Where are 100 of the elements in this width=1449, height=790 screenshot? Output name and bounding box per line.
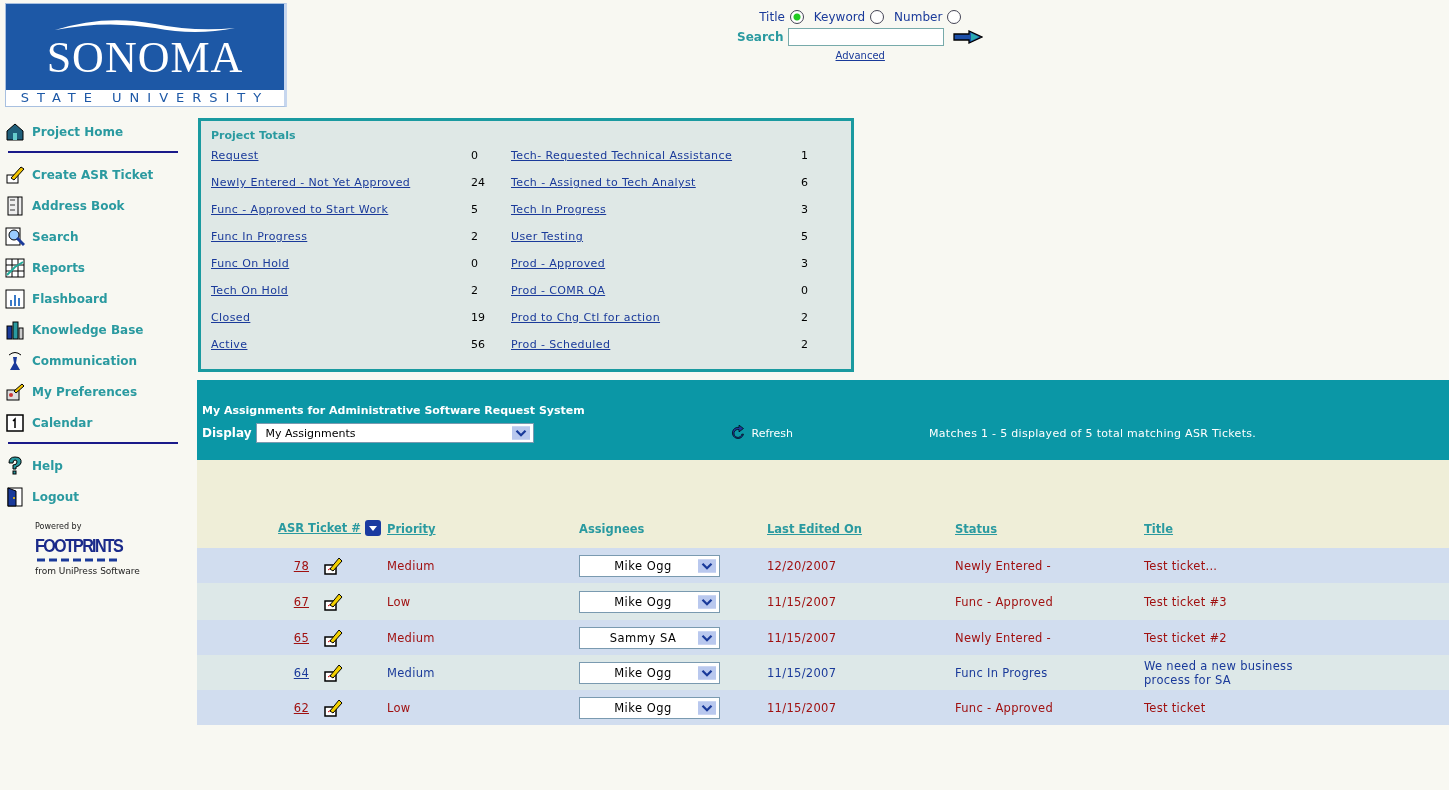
status-count: 2 [471,229,479,244]
priority-text: Medium [387,558,435,573]
vendor-text: from UniPress Software [35,566,140,576]
status-link[interactable]: Prod - Approved [511,256,801,271]
refresh-button[interactable]: Refresh [730,424,794,442]
status-count: 5 [801,229,809,244]
priority-text: Low [387,700,411,715]
title-text: Test ticket [1144,700,1207,715]
status-text: Func - Approved [955,700,1053,715]
radio-button[interactable] [947,10,962,24]
radio-label: Keyword [813,10,866,24]
title-text: Test ticket #2 [1144,630,1228,645]
status-count: 24 [471,175,486,190]
date-text: 11/15/2007 [767,665,837,680]
status-text: Func - Approved [955,594,1053,609]
status-count: 0 [471,256,479,271]
pencil-icon [5,164,25,185]
assignee-dropdown[interactable]: Mike Ogg [579,696,720,719]
assignee-dropdown[interactable]: Mike Ogg [579,661,720,684]
edit-icon[interactable] [323,662,343,683]
status-link[interactable]: Tech- Requested Technical Assistance [511,148,801,163]
prefs-icon [5,381,25,402]
logo-text: SONOMA [46,36,244,80]
section-title: My Assignments for Administrative Software Request System [202,404,586,417]
assignee-dropdown[interactable]: Sammy SA [579,626,720,649]
status-link[interactable]: Newly Entered - Not Yet Approved [211,175,471,190]
panel-title: Project Totals [211,129,297,142]
edit-icon[interactable] [323,697,343,718]
library-icon [5,319,25,340]
display-label: Display [202,426,252,440]
status-link[interactable]: Tech In Progress [511,202,801,217]
radio-button[interactable] [870,10,885,24]
status-count: 19 [471,310,486,325]
title-text: Test ticket... [1144,558,1219,573]
logout-icon [5,486,25,507]
display-dropdown[interactable]: My Assignments [256,423,535,443]
status-text: Newly Entered - [955,558,1052,573]
chart-icon [5,288,25,309]
assignee-dropdown[interactable]: Mike Ogg [579,554,720,577]
advanced-link[interactable]: Advanced [835,50,885,61]
assignee-dropdown[interactable]: Mike Ogg [579,590,720,613]
title-text: We need a new business process for SA [1144,658,1294,687]
status-count: 1 [801,148,809,163]
status-link[interactable]: Func - Approved to Start Work [211,202,471,217]
ticket-link[interactable]: 78 [293,558,309,573]
powered-by-text: Powered by [35,522,82,531]
status-link[interactable]: Func In Progress [211,229,471,244]
priority-text: Medium [387,630,435,645]
arrow-icon[interactable] [953,30,984,44]
edit-icon[interactable] [323,591,343,612]
edit-icon[interactable] [323,627,343,648]
status-link[interactable]: Prod - COMR QA [511,283,801,298]
status-link[interactable]: Closed [211,310,471,325]
calendar-icon [5,412,25,433]
status-link[interactable]: Func On Hold [211,256,471,271]
book-icon [5,195,25,216]
search-label: Search [737,30,784,44]
date-text: 11/15/2007 [767,700,837,715]
reports-icon [5,257,25,278]
status-count: 3 [801,202,809,217]
priority-text: Medium [387,665,435,680]
help-icon [5,455,25,476]
status-count: 2 [801,310,809,325]
status-text: Func In Progres [955,665,1048,680]
priority-text: Low [387,594,411,609]
home-icon [5,121,25,142]
status-count: 56 [471,337,486,352]
radio-label: Number [894,10,943,24]
search-field[interactable] [788,28,945,46]
status-count: 6 [801,175,809,190]
status-link[interactable]: Tech - Assigned to Tech Analyst [511,175,801,190]
status-link[interactable]: Active [211,337,471,352]
ticket-link[interactable]: 67 [293,594,309,609]
status-link[interactable]: User Testing [511,229,801,244]
status-count: 2 [471,283,479,298]
status-link[interactable]: Prod - Scheduled [511,337,801,352]
status-count: 0 [801,283,809,298]
status-count: 3 [801,256,809,271]
ticket-link[interactable]: 64 [293,665,309,680]
radio-label: Title [759,10,785,24]
logo-subtitle: STATE UNIVERSITY [6,90,284,106]
status-link[interactable]: Tech On Hold [211,283,471,298]
title-text: Test ticket #3 [1144,594,1228,609]
ticket-link[interactable]: 62 [293,700,309,715]
status-count: 5 [471,202,479,217]
footprints-logo: FOOTPRINTS [35,535,123,557]
sort-icon[interactable] [365,520,381,536]
edit-icon[interactable] [323,555,343,576]
ticket-link[interactable]: 65 [293,630,309,645]
radio-button[interactable] [789,10,804,24]
status-text: Newly Entered - [955,630,1052,645]
match-count: Matches 1 - 5 displayed of 5 total matching ASR Tickets. [929,426,1257,440]
date-text: 12/20/2007 [767,558,837,573]
status-link[interactable]: Prod to Chg Ctl for action [511,310,801,325]
status-link[interactable]: Request [211,148,471,163]
search-icon [5,226,25,247]
status-count: 0 [471,148,479,163]
status-count: 2 [801,337,809,352]
column-header: Assignees [579,522,645,536]
date-text: 11/15/2007 [767,630,837,645]
